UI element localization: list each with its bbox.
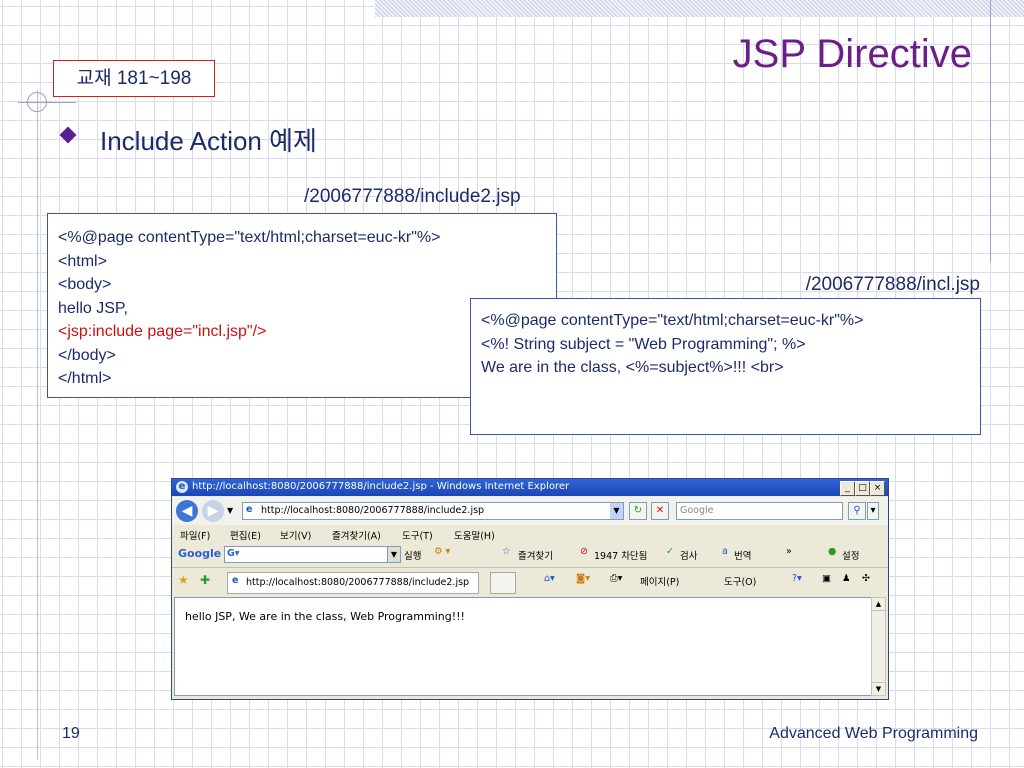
- scroll-up-icon[interactable]: ▲: [872, 598, 885, 611]
- minimize-button[interactable]: _: [840, 481, 855, 496]
- scroll-down-icon[interactable]: ▼: [872, 682, 885, 695]
- messenger-icon[interactable]: ♟: [842, 573, 851, 584]
- tab-title: http://localhost:8080/2006777888/include…: [246, 577, 470, 588]
- stop-icon[interactable]: ✕: [651, 502, 669, 520]
- history-dropdown-icon[interactable]: ▼: [227, 506, 233, 515]
- forward-button[interactable]: ▶: [202, 500, 224, 522]
- star-icon: ☆: [502, 546, 511, 557]
- tab-bar: ★ ✚ e http://localhost:8080/2006777888/i…: [172, 567, 888, 596]
- menu-help[interactable]: 도움말(H): [454, 528, 495, 542]
- top-decor-band: [375, 0, 1024, 17]
- code-line: <body>: [58, 276, 112, 293]
- decor-left-line: [37, 90, 38, 760]
- address-bar[interactable]: e http://localhost:8080/2006777888/inclu…: [242, 502, 624, 520]
- window-title: http://localhost:8080/2006777888/include…: [192, 481, 570, 492]
- settings-icon: ●: [828, 546, 837, 557]
- address-dropdown-icon[interactable]: ▼: [610, 503, 623, 519]
- slide-footer: Advanced Web Programming: [769, 725, 978, 742]
- browser-titlebar: e http://localhost:8080/2006777888/inclu…: [172, 479, 888, 496]
- google-toolbar: Google G▾ ▼ 실행 ⚙ ▾ ☆ 즐겨찾기 ⊘ 1947 차단됨 ✓ 검…: [172, 543, 888, 565]
- tools-menu[interactable]: 도구(O): [724, 574, 756, 588]
- page-content-text: hello JSP, We are in the class, Web Prog…: [185, 610, 465, 623]
- code-line: <html>: [58, 252, 107, 270]
- address-row: ◀ ▶ ▼ e http://localhost:8080/2006777888…: [172, 497, 888, 525]
- bullet-heading: Include Action 예제: [100, 126, 317, 156]
- toolbar-misc-icon[interactable]: ⚙ ▾: [434, 546, 450, 557]
- file2-label: /2006777888/incl.jsp: [805, 274, 980, 295]
- decor-circle: [27, 92, 47, 112]
- popup-block-icon: ⊘: [580, 546, 588, 557]
- page-content-area: hello JSP, We are in the class, Web Prog…: [174, 597, 873, 696]
- browser-tab[interactable]: e http://localhost:8080/2006777888/inclu…: [227, 572, 479, 594]
- spellcheck-icon: ✓: [666, 546, 674, 557]
- menu-favorites[interactable]: 즐겨찾기(A): [332, 528, 381, 542]
- page-menu[interactable]: 페이지(P): [640, 574, 679, 588]
- menu-tools[interactable]: 도구(T): [402, 528, 433, 542]
- new-tab-button[interactable]: [490, 572, 516, 594]
- home-icon[interactable]: ⌂▾: [544, 573, 555, 584]
- print-icon[interactable]: ⎙▾: [610, 573, 622, 584]
- file2-code-box: <%@page contentType="text/html;charset=e…: [470, 298, 981, 435]
- feeds-icon[interactable]: ◙▾: [576, 573, 590, 584]
- run-button[interactable]: 실행: [404, 548, 421, 562]
- translate-icon: a: [722, 546, 728, 557]
- menu-edit[interactable]: 편집(E): [230, 528, 261, 542]
- search-options-icon[interactable]: ▾: [867, 502, 879, 520]
- favorites-star-icon[interactable]: ★: [178, 573, 189, 587]
- slide-number: 19: [62, 725, 80, 742]
- settings-button[interactable]: 설정: [842, 548, 859, 562]
- tab-page-icon: e: [232, 575, 239, 586]
- decor-vertical-line: [990, 0, 991, 262]
- maximize-button[interactable]: □: [855, 481, 870, 496]
- translate-button[interactable]: 번역: [734, 548, 751, 562]
- google-search-input[interactable]: G▾: [224, 546, 391, 563]
- add-favorites-icon[interactable]: ✚: [200, 573, 210, 587]
- slide-title: JSP Directive: [732, 32, 972, 76]
- code-line: <%@page contentType="text/html;charset=e…: [58, 229, 441, 246]
- page-icon: e: [246, 504, 253, 515]
- file1-label: /2006777888/include2.jsp: [304, 186, 521, 207]
- code-line: We are in the class, <%=subject%>!!! <br…: [481, 359, 784, 376]
- menu-file[interactable]: 파일(F): [180, 528, 210, 542]
- extra-icon[interactable]: ✣: [862, 573, 870, 584]
- refresh-icon[interactable]: ↻: [629, 502, 647, 520]
- back-button[interactable]: ◀: [176, 500, 198, 522]
- address-text: http://localhost:8080/2006777888/include…: [261, 505, 485, 516]
- menu-view[interactable]: 보기(V): [280, 528, 311, 542]
- check-button[interactable]: 검사: [680, 548, 697, 562]
- more-chevron-icon[interactable]: »: [786, 546, 792, 557]
- code-line: <%! String subject = "Web Programming"; …: [481, 335, 806, 353]
- search-button[interactable]: ⚲: [848, 502, 866, 520]
- ie-logo-icon: e: [176, 481, 188, 493]
- help-icon[interactable]: ?▾: [792, 573, 802, 584]
- google-logo: Google: [178, 547, 222, 560]
- google-dropdown-icon[interactable]: ▼: [387, 546, 401, 563]
- close-button[interactable]: ×: [870, 481, 885, 496]
- book-reference: 교재 181~198: [53, 60, 215, 97]
- google-g-icon: G▾: [227, 548, 240, 559]
- favorites-button[interactable]: 즐겨찾기: [518, 548, 553, 562]
- popup-blocked-count[interactable]: 1947 차단됨: [594, 548, 647, 562]
- search-input[interactable]: Google: [676, 502, 843, 520]
- browser-window: e http://localhost:8080/2006777888/inclu…: [171, 478, 889, 700]
- code-line: <%@page contentType="text/html;charset=e…: [481, 312, 864, 329]
- menu-bar: 파일(F) 편집(E) 보기(V) 즐겨찾기(A) 도구(T) 도움말(H): [172, 526, 888, 542]
- vertical-scrollbar[interactable]: ▲ ▼: [871, 597, 886, 696]
- research-icon[interactable]: ▣: [822, 573, 831, 584]
